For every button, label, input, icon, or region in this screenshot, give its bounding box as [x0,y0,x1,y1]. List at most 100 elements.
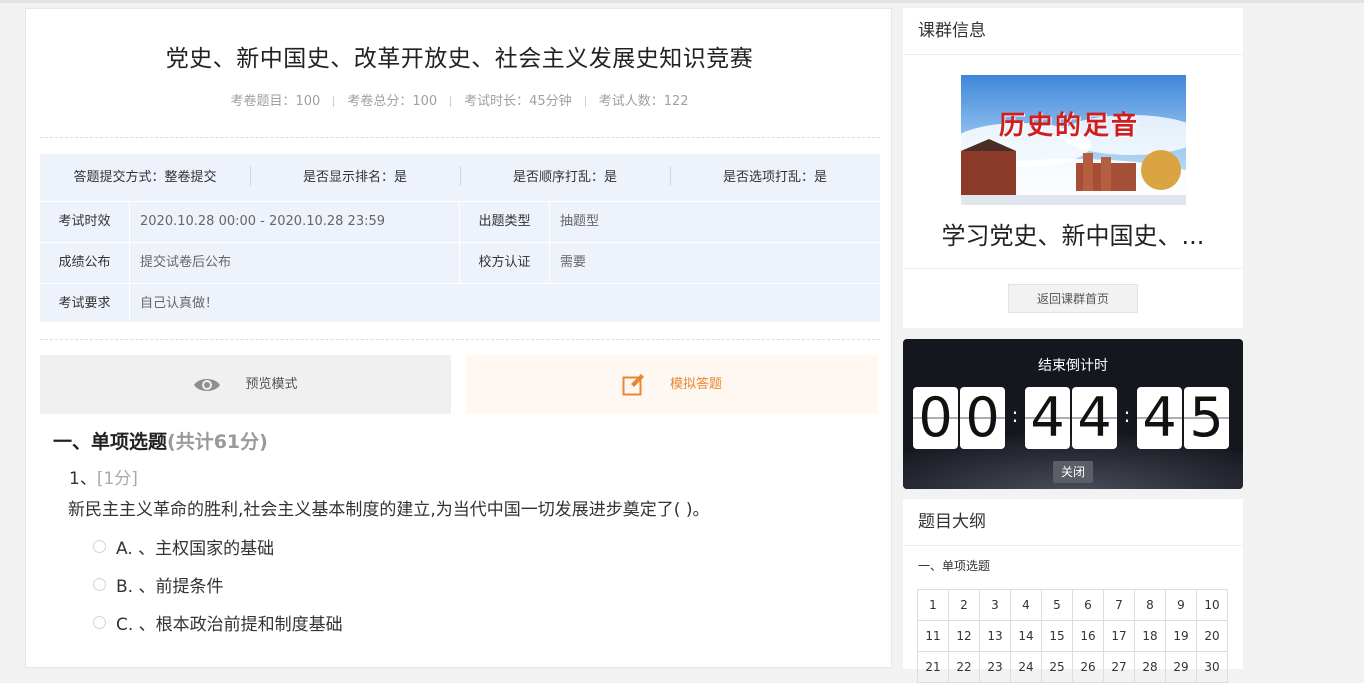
course-name: 学习党史、新中国史、... [941,222,1205,250]
exam-stats: 考卷题目：100 考卷总分：100 考试时长：45分钟 考试人数：122 [26,90,893,109]
time-label: 考试时效 [40,202,130,242]
question-nav-cell[interactable]: 3 [979,589,1011,621]
question-nav-cell[interactable]: 4 [1010,589,1042,621]
question-nav-cell[interactable]: 7 [1103,589,1135,621]
type-value: 抽题型 [560,214,600,229]
course-banner-image: 历史的足音 [961,75,1186,205]
cert-value: 需要 [560,255,587,270]
question-nav-cell[interactable]: 24 [1010,651,1042,683]
question-nav-cell[interactable]: 13 [979,620,1011,652]
question-nav-cell[interactable]: 1 [917,589,949,621]
timer-digit: 4 [1072,387,1117,449]
exam-panel: 党史、新中国史、改革开放史、社会主义发展史知识竞赛 考卷题目：100 考卷总分：1… [25,8,892,668]
question-nav-cell[interactable]: 26 [1072,651,1104,683]
question-nav-cell[interactable]: 29 [1165,651,1197,683]
edit-icon [622,373,646,397]
info-row-time: 考试时效 2020.10.28 00:00 - 2020.10.28 23:59… [40,202,880,243]
radio-button[interactable] [93,578,106,591]
question-nav-cell[interactable]: 28 [1134,651,1166,683]
question-nav-cell[interactable]: 8 [1134,589,1166,621]
type-label: 出题类型 [460,202,550,242]
option-label: C. 、根本政治前提和制度基础 [116,615,343,635]
close-timer-button[interactable]: 关闭 [1053,461,1093,483]
question-nav-cell[interactable]: 5 [1041,589,1073,621]
radio-button[interactable] [93,616,106,629]
info-row-requirement: 考试要求 自己认真做！ [40,284,880,324]
question-nav-cell[interactable]: 21 [917,651,949,683]
preview-mode-label: 预览模式 [245,377,298,392]
section-title: 一、单项选题(共计61分) [53,427,268,454]
eye-icon [193,376,221,394]
outline-section-title: 一、单项选题 [918,559,991,573]
question-nav-cell[interactable]: 16 [1072,620,1104,652]
question-nav-cell[interactable]: 20 [1196,620,1228,652]
question-nav-cell[interactable]: 12 [948,620,980,652]
banner-title: 历史的足音 [999,111,1140,141]
question-header: 1、[1分] [69,464,138,489]
stat-duration: 考试时长：45分钟 [464,94,572,109]
outline-row: 1 2 3 4 5 6 7 8 9 10 [917,589,1228,621]
setting-shuffle-options: 是否选项打乱：是 [670,154,880,201]
countdown-label: 结束倒计时 [1038,358,1108,374]
course-info-header: 课群信息 [903,8,1243,55]
option-label: A. 、主权国家的基础 [116,539,275,559]
question-nav-cell[interactable]: 19 [1165,620,1197,652]
question-nav-cell[interactable]: 2 [948,589,980,621]
question-nav-cell[interactable]: 10 [1196,589,1228,621]
setting-submit-mode: 答题提交方式：整卷提交 [73,170,217,185]
simulate-answer-label: 模拟答题 [669,377,722,392]
option-a[interactable]: A. 、主权国家的基础 [93,534,274,559]
option-b[interactable]: B. 、前提条件 [93,572,223,597]
question-number-grid: 1 2 3 4 5 6 7 8 9 10 11 12 13 14 15 16 17 18 19 20 21 22 23 24 2… [917,589,1228,683]
timer-colon: : [1011,403,1019,427]
time-value: 2020.10.28 00:00 - 2020.10.28 23:59 [130,202,460,242]
info-row-score: 成绩公布 提交试卷后公布 校方认证 需要 [40,243,880,284]
setting-show-rank: 是否显示排名：是 [250,154,460,201]
requirement-label: 考试要求 [40,284,130,324]
back-to-course-button[interactable]: 返回课群首页 [1008,284,1138,313]
card-divider [903,268,1243,269]
outline-row: 11 12 13 14 15 16 17 18 19 20 [917,620,1228,652]
exam-title: 党史、新中国史、改革开放史、社会主义发展史知识竞赛 [165,46,754,72]
stat-participants: 考试人数：122 [598,94,689,109]
timer-digit: 0 [913,387,958,449]
top-divider [0,0,1364,3]
stat-question-count: 考卷题目：100 [230,94,321,109]
exam-info-table: 答题提交方式：整卷提交 是否显示排名：是 是否顺序打乱：是 是否选项打乱：是 考… [40,154,880,324]
question-number: 1、 [69,469,97,489]
preview-mode-button[interactable]: 预览模式 [40,355,451,414]
countdown-timer: 结束倒计时 0 0 : 4 4 : 4 5 关闭 [903,339,1243,489]
section-points: (共计61分) [167,431,268,453]
exam-settings-row: 答题提交方式：整卷提交 是否显示排名：是 是否顺序打乱：是 是否选项打乱：是 [40,154,880,202]
question-nav-cell[interactable]: 14 [1010,620,1042,652]
question-nav-cell[interactable]: 15 [1041,620,1073,652]
question-nav-cell[interactable]: 18 [1134,620,1166,652]
timer-digit: 5 [1184,387,1229,449]
course-info-card: 课群信息 历史的足音 学习党史、新中国史、... 返回课群首页 [903,8,1243,328]
outline-header: 题目大纲 [903,499,1243,546]
question-outline-card: 题目大纲 一、单项选题 1 2 3 4 5 6 7 8 9 10 11 12 13 14 15 16 17 18 1… [903,499,1243,683]
cert-label: 校方认证 [460,243,550,283]
timer-digit: 4 [1137,387,1182,449]
question-nav-cell[interactable]: 25 [1041,651,1073,683]
question-nav-cell[interactable]: 9 [1165,589,1197,621]
outline-row: 21 22 23 24 25 26 27 28 29 30 [917,651,1228,683]
question-nav-cell[interactable]: 11 [917,620,949,652]
section-name: 一、单项选题 [53,431,168,453]
question-points: [1分] [96,469,138,489]
stat-total-score: 考卷总分：100 [347,94,438,109]
score-label: 成绩公布 [40,243,130,283]
timer-digit: 0 [960,387,1005,449]
option-c[interactable]: C. 、根本政治前提和制度基础 [93,610,343,635]
radio-button[interactable] [93,540,106,553]
question-nav-cell[interactable]: 30 [1196,651,1228,683]
question-nav-cell[interactable]: 23 [979,651,1011,683]
question-nav-cell[interactable]: 27 [1103,651,1135,683]
question-text: 新民主主义革命的胜利,社会主义基本制度的建立,为当代中国一切发展进步奠定了( )… [68,500,710,520]
question-nav-cell[interactable]: 17 [1103,620,1135,652]
simulate-answer-button[interactable]: 模拟答题 [466,355,878,414]
question-nav-cell[interactable]: 6 [1072,589,1104,621]
question-nav-cell[interactable]: 22 [948,651,980,683]
timer-digit: 4 [1025,387,1070,449]
requirement-value: 自己认真做！ [140,296,219,311]
